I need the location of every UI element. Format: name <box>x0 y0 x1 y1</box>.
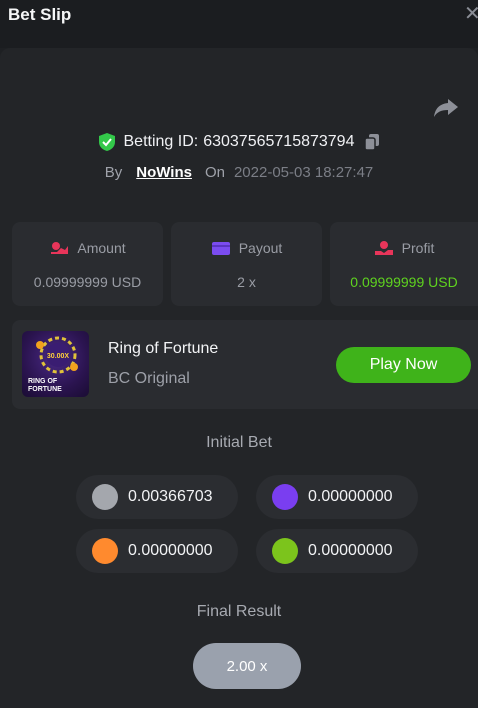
share-icon[interactable] <box>433 97 459 119</box>
coin-icon <box>92 538 118 564</box>
betting-id-row: Betting ID: 63037565715873794 <box>0 130 478 154</box>
betting-id-value: 63037565715873794 <box>203 133 355 150</box>
betting-id-label: Betting ID: <box>123 133 199 150</box>
ring-of-fortune-logo-icon: 30.00X RING OF FORTUNE <box>28 336 78 393</box>
page-title: Bet Slip <box>8 5 72 24</box>
final-result-badge: 2.00 x <box>193 643 301 689</box>
coin-pill: 0.00000000 <box>256 529 418 573</box>
thumb-badge: 30.00X <box>47 353 70 360</box>
payout-card: Payout 2 x <box>171 222 322 306</box>
coin-amount: 0.00366703 <box>128 488 213 505</box>
coin-icon <box>92 484 118 510</box>
header: Bet Slip ✕ <box>0 0 478 48</box>
coin-amount: 0.00000000 <box>128 542 213 559</box>
final-result-title: Final Result <box>196 603 282 620</box>
payout-label: Payout <box>238 240 283 256</box>
coin-pill: 0.00366703 <box>76 475 238 519</box>
play-now-button[interactable]: Play Now <box>336 347 471 383</box>
thumb-text-2: FORTUNE <box>28 386 62 393</box>
user-link[interactable]: NoWins <box>136 164 192 181</box>
game-thumbnail[interactable]: 30.00X RING OF FORTUNE <box>22 331 89 397</box>
game-card: 30.00X RING OF FORTUNE Ring of Fortune B… <box>12 320 478 409</box>
by-label: By <box>104 163 123 181</box>
author-row: By NoWins On 2022-05-03 18:27:47 <box>0 160 478 184</box>
coin-icon <box>272 538 298 564</box>
bet-date: 2022-05-03 18:27:47 <box>233 163 374 181</box>
thumb-text-1: RING OF <box>28 378 58 385</box>
coin-pill: 0.00000000 <box>76 529 238 573</box>
coin-amount: 0.00000000 <box>308 542 393 559</box>
profit-label: Profit <box>401 240 435 256</box>
game-name: Ring of Fortune <box>108 340 219 357</box>
copy-icon[interactable] <box>364 133 380 151</box>
profit-icon <box>374 241 393 255</box>
amount-icon <box>51 242 69 254</box>
amount-card: Amount 0.09999999 USD <box>12 222 163 306</box>
coin-amount: 0.00000000 <box>308 488 393 505</box>
profit-value: 0.09999999 USD <box>350 274 458 290</box>
shield-icon <box>98 133 115 151</box>
profit-card: Profit 0.09999999 USD <box>330 222 478 306</box>
amount-value: 0.09999999 USD <box>33 274 142 290</box>
on-label: On <box>204 163 225 181</box>
amount-label: Amount <box>77 240 126 256</box>
payout-value: 2 x <box>237 274 256 290</box>
game-provider: BC Original <box>108 370 190 387</box>
close-icon[interactable]: ✕ <box>464 4 478 24</box>
coin-icon <box>272 484 298 510</box>
coin-pill: 0.00000000 <box>256 475 418 519</box>
initial-bet-title: Initial Bet <box>206 434 272 451</box>
wallet-icon <box>211 242 230 255</box>
